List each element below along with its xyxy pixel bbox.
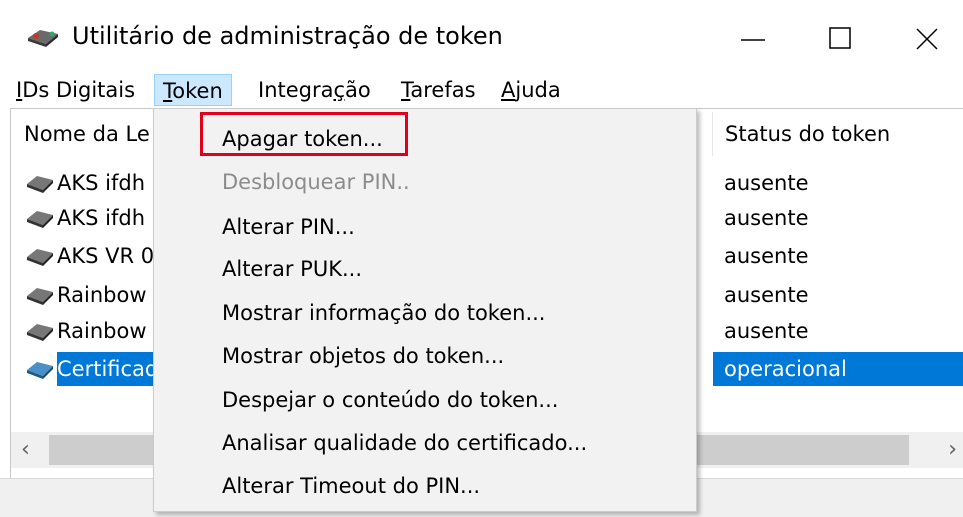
scroll-right-icon[interactable]: › <box>948 432 957 468</box>
token-reader-icon <box>25 284 55 306</box>
token-menu-dropdown: Apagar token... Desbloquear PIN.. Altera… <box>153 108 697 512</box>
token-reader-icon <box>25 207 55 229</box>
token-app-icon <box>26 26 60 48</box>
menu-mostrar-informacao[interactable]: Mostrar informação do token... <box>222 298 545 328</box>
maximize-button[interactable] <box>812 14 870 64</box>
token-reader-icon <box>25 172 55 194</box>
token-reader-icon <box>25 245 55 267</box>
token-reader-active-icon <box>25 358 55 380</box>
window-title: Utilitário de administração de token <box>72 22 503 50</box>
menu-despejar-conteudo[interactable]: Despejar o conteúdo do token... <box>222 385 558 415</box>
scroll-left-icon[interactable]: ‹ <box>21 432 30 468</box>
close-button[interactable] <box>898 14 956 64</box>
menu-analisar-qualidade[interactable]: Analisar qualidade do certificado... <box>222 428 587 458</box>
row-name: AKS ifdh <box>57 206 146 230</box>
annotation-highlight-box <box>200 112 408 156</box>
menu-mostrar-objetos[interactable]: Mostrar objetos do token... <box>222 341 504 371</box>
column-header-name[interactable]: Nome da Le <box>24 112 150 156</box>
row-name: AKS ifdh <box>57 171 146 195</box>
menu-alterar-puk[interactable]: Alterar PUK... <box>222 254 362 284</box>
minimize-button[interactable] <box>724 14 782 64</box>
row-name: AKS VR 0 <box>57 244 155 268</box>
row-status: ausente <box>724 244 809 268</box>
menu-alterar-pin[interactable]: Alterar PIN... <box>222 212 355 242</box>
menu-alterar-timeout[interactable]: Alterar Timeout do PIN... <box>222 471 480 501</box>
token-reader-icon <box>25 320 55 342</box>
row-name: Rainbow <box>57 283 147 307</box>
menu-ajuda[interactable]: Ajuda <box>493 74 569 106</box>
menu-tarefas[interactable]: Tarefas <box>393 74 484 106</box>
row-status: ausente <box>724 319 809 343</box>
column-header-status[interactable]: Status do token <box>712 112 890 156</box>
row-status: ausente <box>724 283 809 307</box>
menu-integracao[interactable]: Integração <box>250 74 379 106</box>
row-status: operacional <box>724 357 847 381</box>
menu-token[interactable]: Token <box>154 74 232 106</box>
menu-desbloquear-pin: Desbloquear PIN.. <box>222 170 410 194</box>
row-status: ausente <box>724 171 809 195</box>
menu-ids-digitais[interactable]: IDs Digitais <box>8 74 143 106</box>
row-status: ausente <box>724 206 809 230</box>
row-name: Rainbow <box>57 319 147 343</box>
